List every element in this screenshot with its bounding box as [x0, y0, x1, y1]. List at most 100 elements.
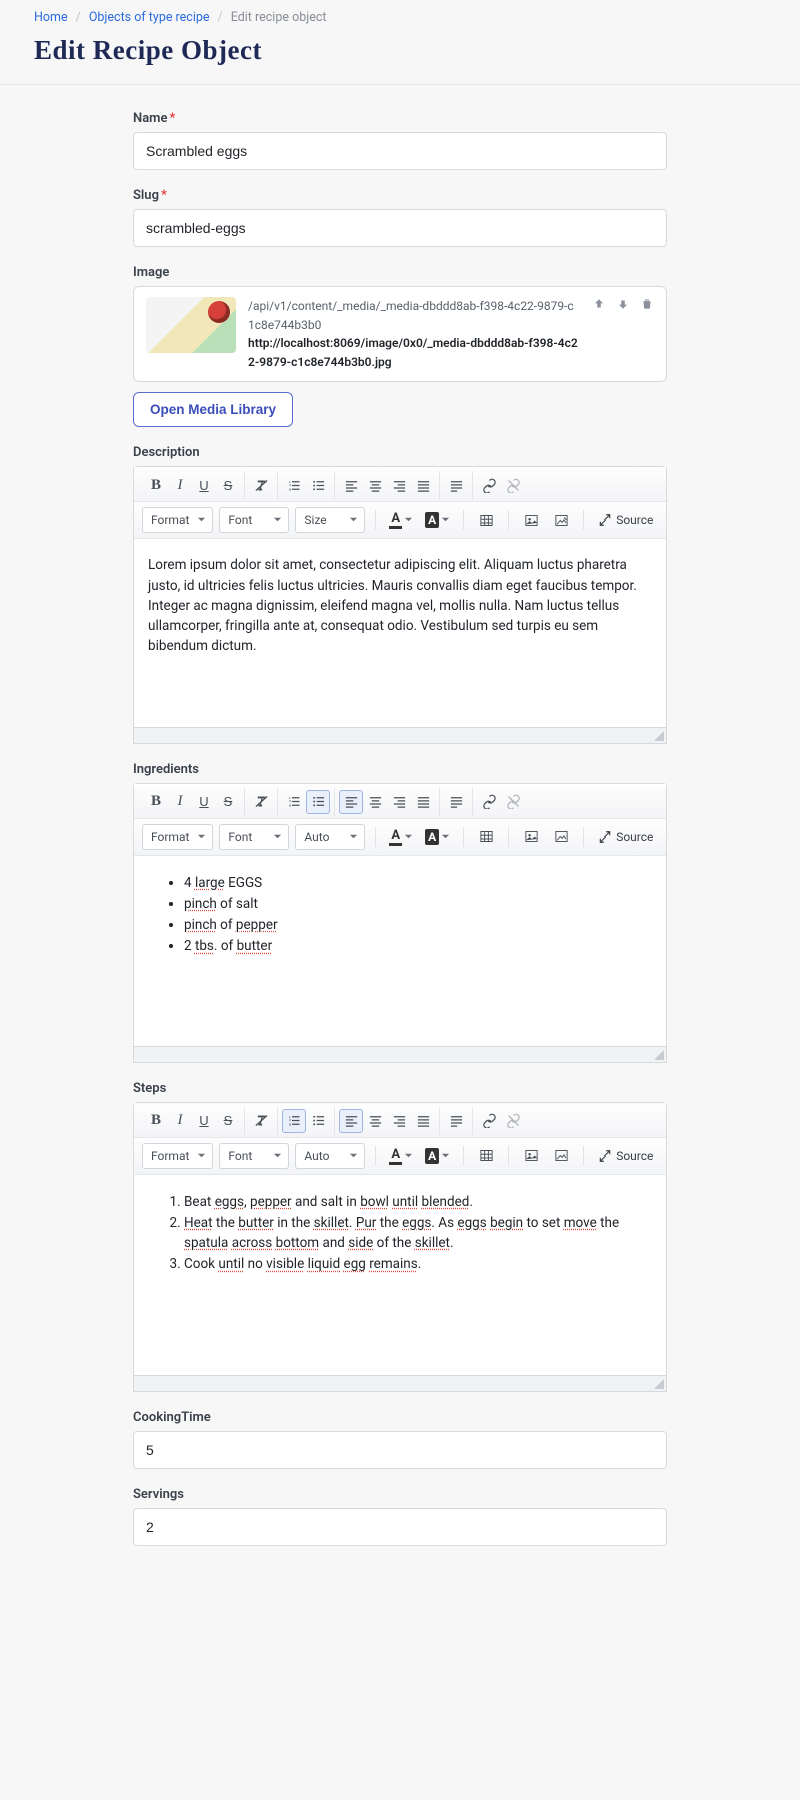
format-select[interactable]: Format: [142, 1143, 213, 1169]
italic-button[interactable]: I: [168, 473, 192, 497]
cookingtime-input[interactable]: [133, 1431, 667, 1469]
clear-format-button[interactable]: [249, 1109, 273, 1133]
source-button[interactable]: Source: [594, 513, 657, 527]
align-right-button[interactable]: [387, 1109, 411, 1133]
source-button[interactable]: Source: [594, 830, 657, 844]
align-justify-button[interactable]: [411, 790, 435, 814]
name-input[interactable]: [133, 132, 667, 170]
text-color-button[interactable]: A: [386, 1147, 416, 1165]
list-item: pinch of salt: [184, 894, 652, 914]
list-item: Beat eggs, pepper and salt in bowl until…: [184, 1192, 652, 1212]
bold-button[interactable]: B: [144, 790, 168, 814]
text-color-button[interactable]: A: [386, 511, 416, 529]
clear-format-button[interactable]: [249, 473, 273, 497]
align-left-button[interactable]: [339, 1109, 363, 1133]
move-up-icon[interactable]: [592, 297, 606, 315]
bg-color-button[interactable]: A: [422, 512, 453, 528]
table-button[interactable]: [474, 1144, 498, 1168]
ingredients-list: 4 large EGGS pinch of salt pinch of pepp…: [148, 873, 652, 957]
list-item: Heat the butter in the skillet. Pur the …: [184, 1213, 652, 1254]
align-center-button[interactable]: [363, 1109, 387, 1133]
bulleted-list-button[interactable]: [306, 1109, 330, 1133]
media-thumbnail[interactable]: [146, 297, 236, 353]
move-down-icon[interactable]: [616, 297, 630, 315]
align-justify-button[interactable]: [411, 473, 435, 497]
format-select[interactable]: Format: [142, 824, 213, 850]
image-button[interactable]: [519, 508, 543, 532]
format-select[interactable]: Format: [142, 507, 213, 533]
media-meta: /api/v1/content/_media/_media-dbddd8ab-f…: [248, 297, 580, 371]
table-button[interactable]: [474, 508, 498, 532]
list-item: Cook until no visible liquid egg remains…: [184, 1254, 652, 1274]
link-button[interactable]: [477, 1109, 501, 1133]
underline-button[interactable]: U: [192, 1109, 216, 1133]
breadcrumb-home[interactable]: Home: [34, 10, 68, 25]
link-button[interactable]: [477, 473, 501, 497]
media-button[interactable]: [549, 825, 573, 849]
slug-input[interactable]: [133, 209, 667, 247]
rte-resize-handle[interactable]: [133, 1376, 667, 1392]
unlink-button[interactable]: [501, 790, 525, 814]
unlink-button[interactable]: [501, 1109, 525, 1133]
ingredients-editor: B I U S: [133, 783, 667, 1047]
bold-button[interactable]: B: [144, 1109, 168, 1133]
underline-button[interactable]: U: [192, 473, 216, 497]
align-center-button[interactable]: [363, 790, 387, 814]
italic-button[interactable]: I: [168, 790, 192, 814]
rte-resize-handle[interactable]: [133, 728, 667, 744]
steps-body[interactable]: Beat eggs, pepper and salt in bowl until…: [134, 1175, 666, 1375]
align-center-button[interactable]: [363, 473, 387, 497]
numbered-list-button[interactable]: [282, 1109, 306, 1133]
breadcrumb-parent[interactable]: Objects of type recipe: [89, 10, 210, 25]
steps-label: Steps: [133, 1081, 667, 1096]
field-slug: Slug*: [133, 188, 667, 247]
font-select[interactable]: Font: [219, 507, 289, 533]
image-button[interactable]: [519, 825, 543, 849]
description-editor: B I U S: [133, 466, 667, 727]
numbered-list-button[interactable]: [282, 473, 306, 497]
strike-button[interactable]: S: [216, 790, 240, 814]
servings-label: Servings: [133, 1487, 667, 1502]
media-button[interactable]: [549, 1144, 573, 1168]
paragraph-menu-button[interactable]: [444, 1109, 468, 1133]
delete-icon[interactable]: [640, 297, 654, 315]
strike-button[interactable]: S: [216, 1109, 240, 1133]
unlink-button[interactable]: [501, 473, 525, 497]
media-button[interactable]: [549, 508, 573, 532]
size-select[interactable]: Auto: [295, 1143, 365, 1169]
bold-button[interactable]: B: [144, 473, 168, 497]
open-media-library-button[interactable]: Open Media Library: [133, 392, 293, 427]
align-left-button[interactable]: [339, 790, 363, 814]
italic-button[interactable]: I: [168, 1109, 192, 1133]
strike-button[interactable]: S: [216, 473, 240, 497]
align-right-button[interactable]: [387, 473, 411, 497]
description-body[interactable]: Lorem ipsum dolor sit amet, consectetur …: [134, 539, 666, 726]
servings-input[interactable]: [133, 1508, 667, 1546]
paragraph-menu-button[interactable]: [444, 473, 468, 497]
source-button[interactable]: Source: [594, 1149, 657, 1163]
clear-format-button[interactable]: [249, 790, 273, 814]
numbered-list-button[interactable]: [282, 790, 306, 814]
size-select[interactable]: Auto: [295, 824, 365, 850]
bulleted-list-button[interactable]: [306, 473, 330, 497]
bg-color-button[interactable]: A: [422, 1148, 453, 1164]
font-select[interactable]: Font: [219, 1143, 289, 1169]
font-select[interactable]: Font: [219, 824, 289, 850]
link-button[interactable]: [477, 790, 501, 814]
align-right-button[interactable]: [387, 790, 411, 814]
size-select[interactable]: Size: [295, 507, 365, 533]
breadcrumb-current: Edit recipe object: [231, 10, 327, 25]
underline-button[interactable]: U: [192, 790, 216, 814]
align-justify-button[interactable]: [411, 1109, 435, 1133]
bg-color-button[interactable]: A: [422, 829, 453, 845]
paragraph-menu-button[interactable]: [444, 790, 468, 814]
align-left-button[interactable]: [339, 473, 363, 497]
bulleted-list-button[interactable]: [306, 790, 330, 814]
rte-resize-handle[interactable]: [133, 1047, 667, 1063]
ingredients-body[interactable]: 4 large EGGS pinch of salt pinch of pepp…: [134, 856, 666, 1046]
image-button[interactable]: [519, 1144, 543, 1168]
text-color-button[interactable]: A: [386, 828, 416, 846]
cookingtime-label: CookingTime: [133, 1410, 667, 1425]
page-title: Edit Recipe Object: [34, 31, 766, 84]
table-button[interactable]: [474, 825, 498, 849]
